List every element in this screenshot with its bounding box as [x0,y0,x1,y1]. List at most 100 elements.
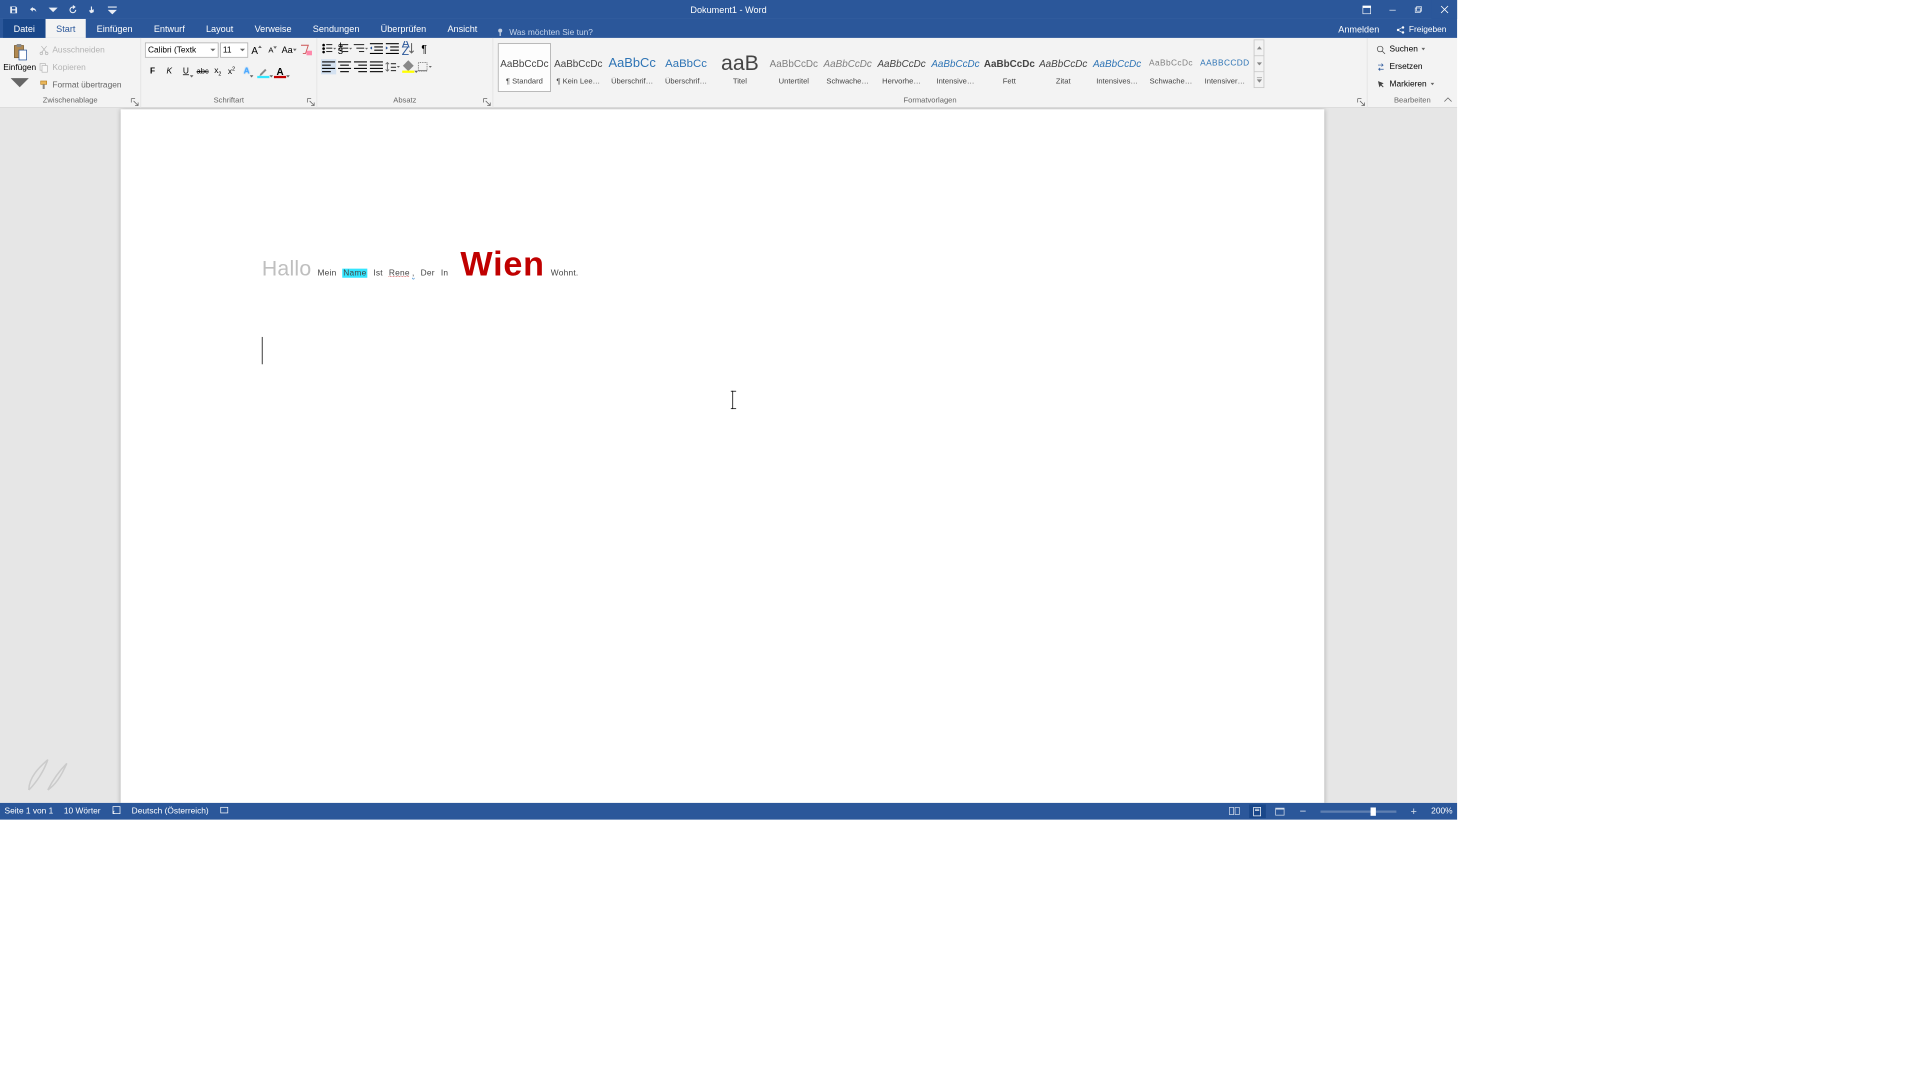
status-proof-icon[interactable] [111,805,121,817]
font-launcher[interactable] [307,98,315,106]
tab-references[interactable]: Verweise [244,19,302,38]
styles-gallery[interactable]: AaBbCcDc¶ StandardAaBbCcDc¶ Kein Lee…AaB… [497,39,1252,94]
tab-layout[interactable]: Layout [195,19,244,38]
zoom-level[interactable]: 200% [1431,807,1452,816]
minimize-button[interactable] [1380,0,1406,19]
style-13[interactable]: AABBCCDDIntensiver… [1198,43,1251,92]
print-layout-button[interactable] [1249,804,1266,818]
borders-button[interactable] [417,59,432,74]
ribbon-display-options[interactable] [1354,0,1380,19]
status-language[interactable]: Deutsch (Österreich) [132,807,209,816]
qat-customize[interactable] [103,1,121,18]
style-1[interactable]: AaBbCcDc¶ Kein Lee… [552,43,605,92]
sort-button[interactable]: AZ [401,41,416,56]
multilevel-list-button[interactable] [353,41,368,56]
bullets-button[interactable] [321,41,336,56]
style-12[interactable]: AaBbCcDcSchwache… [1144,43,1197,92]
clipboard-launcher[interactable] [131,98,139,106]
zoom-in-button[interactable]: + [1405,804,1422,818]
zoom-slider[interactable] [1320,810,1396,812]
grow-font-button[interactable]: A [249,42,264,57]
tab-review[interactable]: Überprüfen [370,19,437,38]
subscript-button[interactable]: x2 [212,64,224,79]
font-size-combo[interactable]: 11 [220,42,248,57]
maximize-button[interactable] [1405,0,1431,19]
font-name-combo[interactable]: Calibri (Textk [145,42,218,57]
undo-button[interactable] [24,1,42,18]
align-right-button[interactable] [353,59,368,74]
style-10[interactable]: AaBbCcDcZitat [1037,43,1090,92]
clear-formatting-button[interactable] [298,42,313,57]
sign-in-link[interactable]: Anmelden [1332,21,1385,38]
find-button[interactable]: Suchen [1376,41,1434,58]
tab-mailings[interactable]: Sendungen [302,19,370,38]
collapse-ribbon-button[interactable] [1442,93,1454,105]
style-0[interactable]: AaBbCcDc¶ Standard [498,43,551,92]
style-6[interactable]: AaBbCcDcSchwache… [821,43,874,92]
style-11[interactable]: AaBbCcDcIntensives… [1091,43,1144,92]
change-case-button[interactable]: Aa [282,42,297,57]
decrease-indent-button[interactable] [369,41,384,56]
zoom-thumb[interactable] [1370,807,1375,815]
align-left-button[interactable] [321,59,336,74]
save-button[interactable] [5,1,23,18]
styles-scroll-up[interactable] [1254,40,1263,56]
zoom-out-button[interactable]: − [1295,804,1312,818]
status-page[interactable]: Seite 1 von 1 [5,807,54,816]
style-2[interactable]: AaBbCcÜberschrif… [606,43,659,92]
document-text[interactable]: Hallo Mein Name Ist Rene, Der In Wien Wo… [262,244,585,283]
tab-home[interactable]: Start [46,19,86,38]
justify-button[interactable] [369,59,384,74]
copy-button[interactable]: Kopieren [39,59,122,76]
show-marks-button[interactable]: ¶ [417,41,432,56]
replace-button[interactable]: Ersetzen [1376,58,1434,75]
cut-button[interactable]: Ausschneiden [39,41,122,58]
tab-design[interactable]: Entwurf [143,19,195,38]
numbering-button[interactable]: 123 [337,41,352,56]
italic-button[interactable]: K [162,64,177,79]
superscript-button[interactable]: x2 [225,64,237,79]
shading-button[interactable] [401,59,416,74]
window-title: Dokument1 - Word [690,4,766,15]
highlight-button[interactable] [256,64,271,79]
font-color-button[interactable]: A [272,64,287,79]
touch-mode-button[interactable] [83,1,101,18]
tab-view[interactable]: Ansicht [437,19,488,38]
style-9[interactable]: AaBbCcDcFett [983,43,1036,92]
styles-scroll-down[interactable] [1254,56,1263,72]
text-effects-button[interactable]: A [239,64,254,79]
shrink-font-button[interactable]: A [265,42,280,57]
tab-file[interactable]: Datei [3,19,46,38]
style-8[interactable]: AaBbCcDcIntensive… [929,43,982,92]
tab-insert[interactable]: Einfügen [86,19,143,38]
page[interactable]: Hallo Mein Name Ist Rene, Der In Wien Wo… [121,109,1325,803]
style-3[interactable]: AaBbCcÜberschrif… [659,43,712,92]
styles-expand[interactable] [1254,72,1263,87]
styles-launcher[interactable] [1357,98,1365,106]
style-5[interactable]: AaBbCcDcUntertitel [767,43,820,92]
status-macro-icon[interactable] [219,805,229,817]
paragraph-launcher[interactable] [483,98,491,106]
align-center-button[interactable] [337,59,352,74]
paste-button[interactable]: Einfügen [4,39,36,94]
read-mode-button[interactable] [1226,804,1243,818]
style-4[interactable]: aaBTitel [713,43,766,92]
paragraph-group-label: Absatz [317,96,492,107]
share-button[interactable]: Freigeben [1390,22,1453,38]
watermark-logo [21,748,74,801]
increase-indent-button[interactable] [385,41,400,56]
line-spacing-button[interactable] [385,59,400,74]
select-button[interactable]: Markieren [1376,76,1434,93]
status-words[interactable]: 10 Wörter [64,807,101,816]
tell-me-search[interactable]: Was möchten Sie tun? [496,27,593,38]
style-7[interactable]: AaBbCcDcHervorhe… [875,43,928,92]
document-area[interactable]: Hallo Mein Name Ist Rene, Der In Wien Wo… [0,108,1457,803]
bold-button[interactable]: F [145,64,160,79]
redo-button[interactable] [64,1,82,18]
format-painter-button[interactable]: Format übertragen [39,76,122,93]
underline-button[interactable]: U [178,64,193,79]
strikethrough-button[interactable]: abc [195,64,210,79]
undo-dropdown[interactable] [44,1,62,18]
close-button[interactable] [1431,0,1457,19]
web-layout-button[interactable] [1272,804,1289,818]
